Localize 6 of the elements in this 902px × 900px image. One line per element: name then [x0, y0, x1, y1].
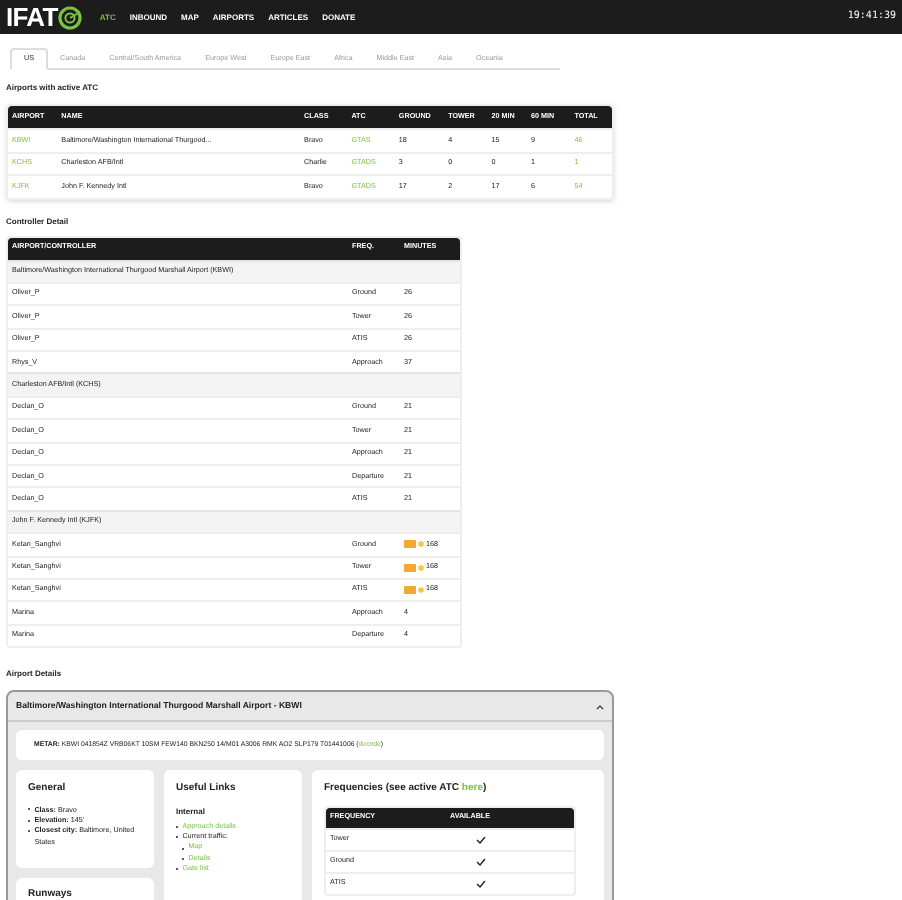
radar-icon [57, 5, 82, 29]
medal-icon [418, 540, 424, 549]
logo[interactable]: IFAT [6, 4, 58, 30]
medal-icon [418, 563, 424, 572]
caret-icon[interactable] [596, 703, 604, 710]
medal-icon [418, 586, 424, 595]
